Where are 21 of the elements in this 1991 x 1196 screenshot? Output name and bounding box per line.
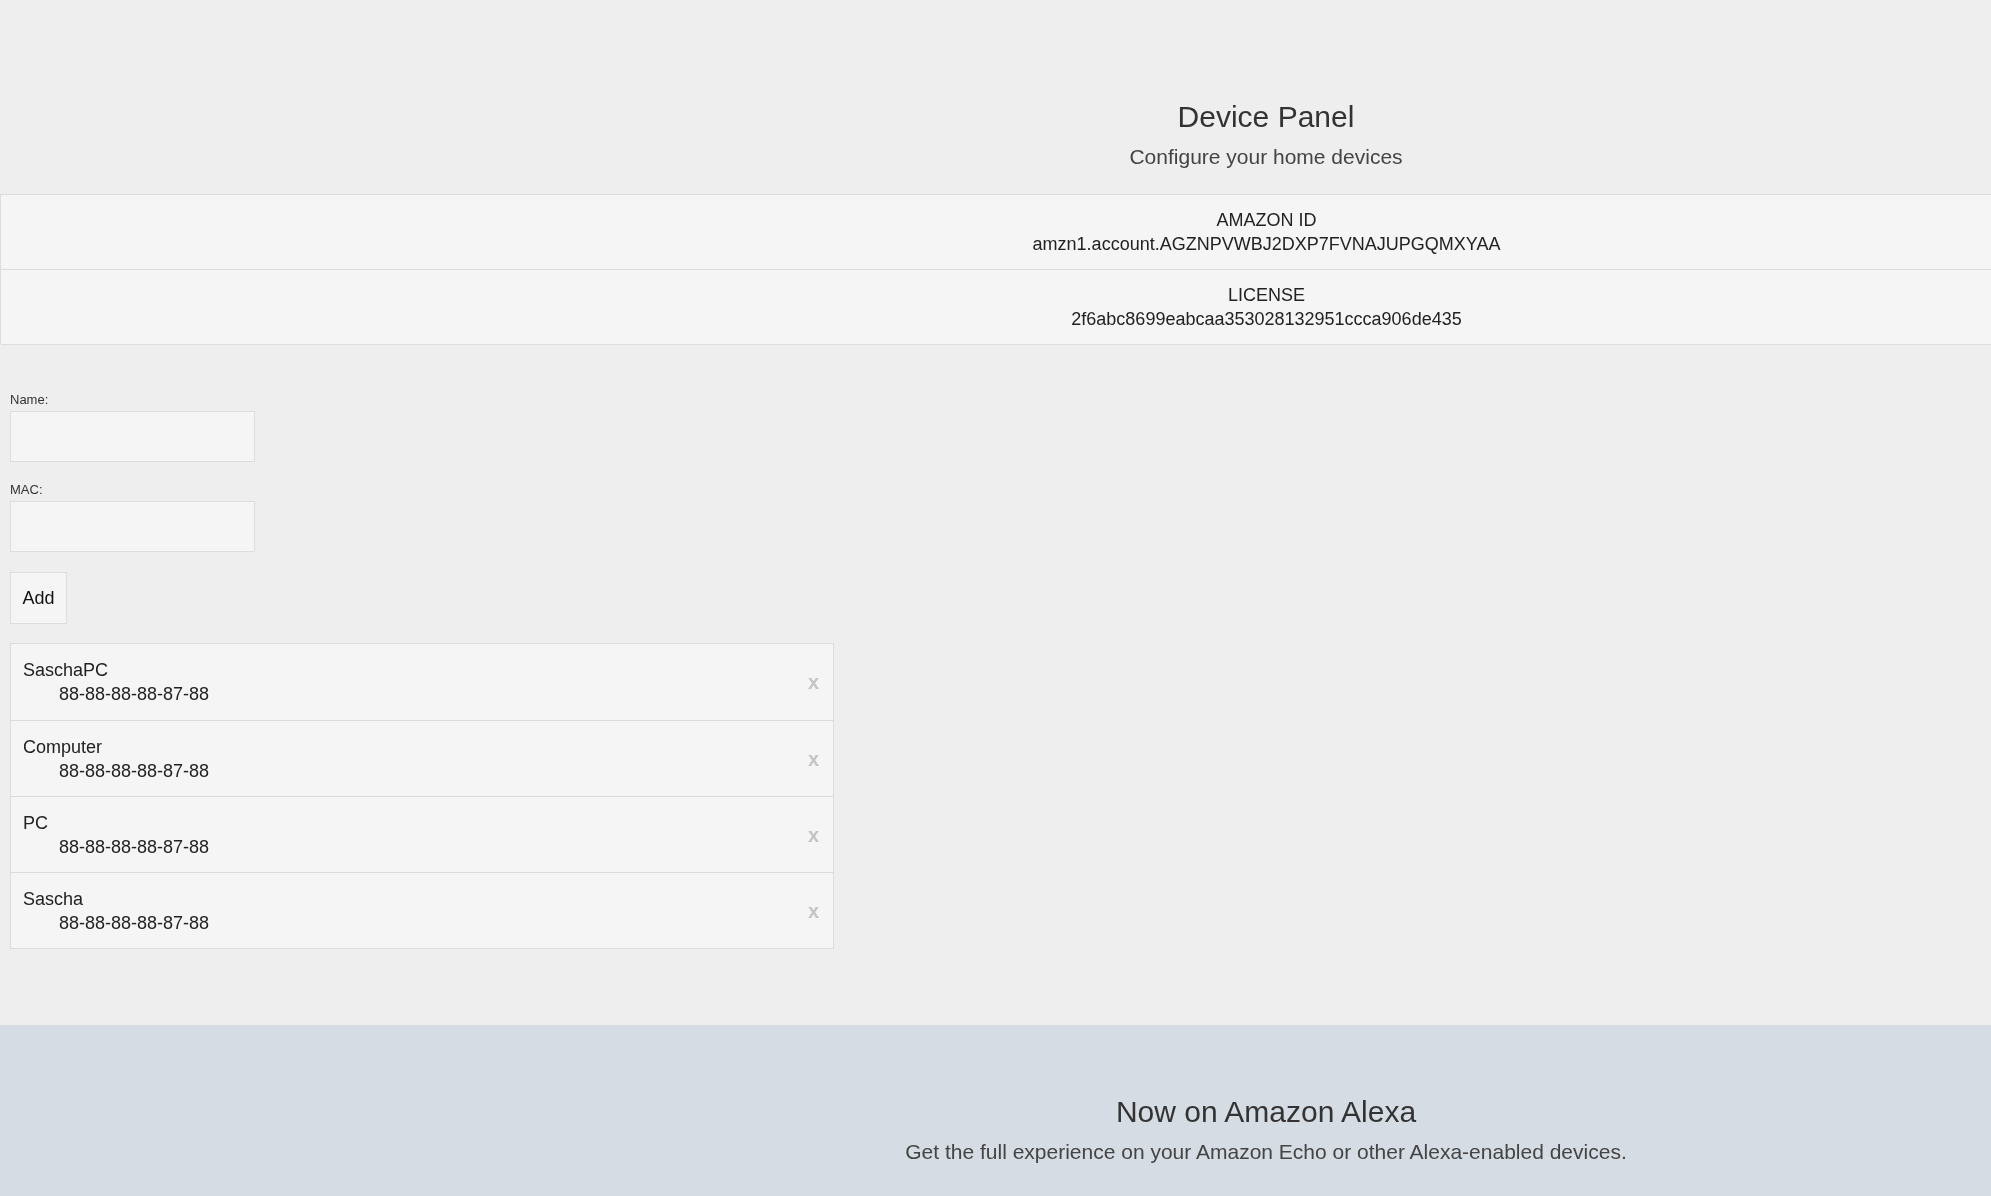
info-value: amzn1.account.AGZNPVWBJ2DXP7FVNAJUPGQMXYAA (1032, 233, 1501, 256)
device-mac: 88-88-88-88-87-88 (58, 835, 210, 859)
device-mac: 88-88-88-88-87-88 (58, 911, 210, 935)
device-mac: 88-88-88-88-87-88 (58, 759, 210, 783)
device-name: Sascha (23, 887, 84, 911)
device-mac: 88-88-88-88-87-88 (58, 683, 210, 706)
device-name: SaschaPC (23, 659, 109, 682)
page-title: Device Panel (1177, 99, 1355, 135)
info-label: LICENSE (1228, 284, 1305, 307)
info-label: AMAZON ID (1216, 209, 1317, 232)
device-name: PC (23, 811, 48, 835)
field-label: MAC: (10, 482, 44, 498)
page-subtitle: Configure your home devices (1129, 144, 1403, 170)
footer-subtitle: Get the full experience on your Amazon Echo or other Alexa-enabled devices. (905, 1139, 1627, 1165)
input-field[interactable] (10, 501, 255, 552)
input-field[interactable] (10, 411, 255, 462)
footer-title: Now on Amazon Alexa (1115, 1094, 1417, 1130)
info-value: 2f6abc8699eabcaa353028132951ccca906de435 (1071, 308, 1462, 331)
field-label: Name: (10, 392, 50, 408)
add-button[interactable]: Add (10, 572, 67, 624)
device-name: Computer (23, 735, 103, 759)
